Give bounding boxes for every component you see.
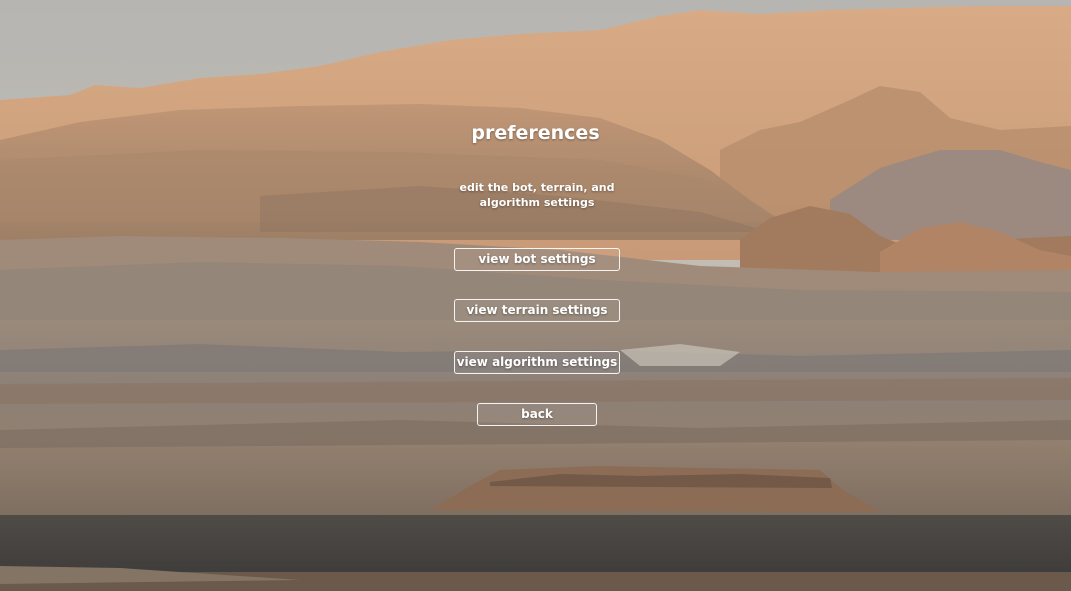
back-button[interactable]: back: [477, 403, 597, 426]
page-subtitle: edit the bot, terrain, and algorithm set…: [459, 181, 615, 209]
preferences-menu: preferences edit the bot, terrain, and a…: [0, 0, 1071, 591]
view-algorithm-settings-button[interactable]: view algorithm settings: [454, 351, 620, 374]
page-title: preferences: [471, 122, 600, 144]
view-terrain-settings-button[interactable]: view terrain settings: [454, 299, 620, 322]
view-bot-settings-button[interactable]: view bot settings: [454, 248, 620, 271]
